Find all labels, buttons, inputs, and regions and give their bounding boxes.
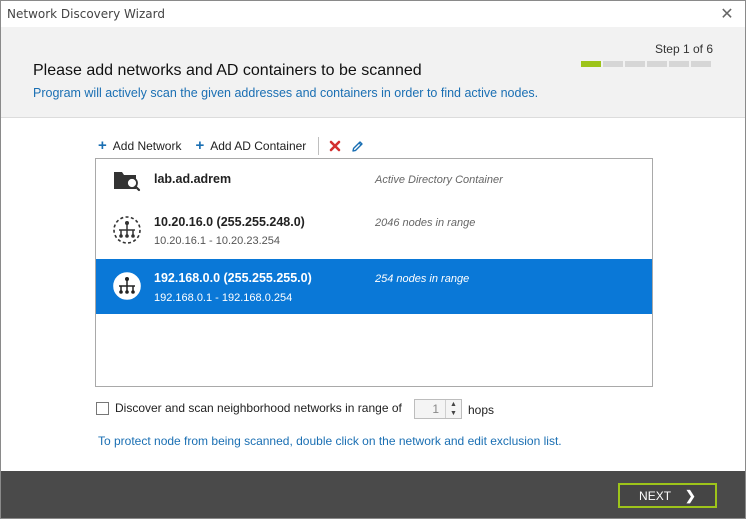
wizard-header: Step 1 of 6 Please add networks and AD c…: [1, 27, 745, 118]
window-title: Network Discovery Wizard: [7, 7, 165, 21]
list-item-name: 10.20.16.0 (255.255.248.0): [154, 215, 305, 229]
add-ad-container-button[interactable]: + Add AD Container: [195, 137, 307, 154]
step-progress-bar: [581, 61, 711, 67]
progress-segment-6: [691, 61, 711, 67]
hops-value: 1: [432, 402, 439, 416]
list-item-info: 2046 nodes in range: [375, 217, 476, 229]
neighborhood-checkbox[interactable]: [96, 401, 109, 415]
list-item-range: 192.168.0.1 - 192.168.0.254: [154, 292, 293, 304]
page-title: Please add networks and AD containers to…: [33, 62, 422, 79]
add-network-label: Add Network: [112, 139, 182, 153]
network-icon: [112, 271, 142, 304]
progress-segment-4: [647, 61, 667, 67]
plus-icon: +: [98, 137, 107, 154]
list-item-info: Active Directory Container: [375, 174, 503, 186]
delete-x-icon[interactable]: [329, 140, 341, 152]
exclusion-hint: To protect node from being scanned, doub…: [98, 434, 562, 448]
progress-segment-3: [625, 61, 645, 67]
toolbar-divider: [318, 137, 320, 155]
list-item[interactable]: 10.20.16.0 (255.255.248.0) 10.20.16.1 - …: [96, 201, 652, 258]
close-icon[interactable]: ✕: [717, 4, 737, 24]
list-item-range: 10.20.16.1 - 10.20.23.254: [154, 235, 280, 247]
hops-label: hops: [468, 403, 495, 417]
add-network-button[interactable]: + Add Network: [98, 137, 182, 154]
progress-segment-2: [603, 61, 623, 67]
list-item-name: 192.168.0.0 (255.255.255.0): [154, 271, 312, 285]
wizard-window: Network Discovery Wizard ✕ Step 1 of 6 P…: [0, 0, 746, 519]
neighborhood-label: Discover and scan neighborhood networks …: [115, 401, 402, 415]
scan-target-list[interactable]: lab.ad.adrem Active Directory Container …: [95, 158, 653, 387]
title-bar: Network Discovery Wizard ✕: [1, 1, 745, 27]
page-subtitle: Program will actively scan the given add…: [33, 86, 539, 100]
step-indicator: Step 1 of 6: [654, 42, 713, 56]
add-ad-container-label: Add AD Container: [210, 139, 307, 153]
neighborhood-option: Discover and scan neighborhood networks …: [96, 401, 402, 415]
wizard-footer: NEXT ❯: [1, 471, 745, 518]
chevron-right-icon: ❯: [685, 487, 696, 503]
list-item-info: 254 nodes in range: [375, 273, 470, 285]
list-toolbar: + Add Network + Add AD Container: [98, 137, 374, 155]
plus-icon: +: [195, 137, 205, 154]
list-item-selected[interactable]: 192.168.0.0 (255.255.255.0) 192.168.0.1 …: [96, 259, 652, 314]
hops-stepper[interactable]: 1 ▲ ▼: [414, 399, 462, 419]
next-label: NEXT: [639, 488, 672, 503]
network-icon: [112, 215, 142, 248]
list-item[interactable]: lab.ad.adrem Active Directory Container: [96, 159, 652, 201]
stepper-arrows-icon[interactable]: ▲ ▼: [445, 400, 461, 418]
pencil-icon[interactable]: [351, 140, 364, 153]
next-button[interactable]: NEXT ❯: [618, 483, 717, 508]
progress-segment-5: [669, 61, 689, 67]
progress-segment-1: [581, 61, 601, 67]
ad-container-icon: [112, 168, 142, 195]
list-item-name: lab.ad.adrem: [154, 172, 232, 186]
